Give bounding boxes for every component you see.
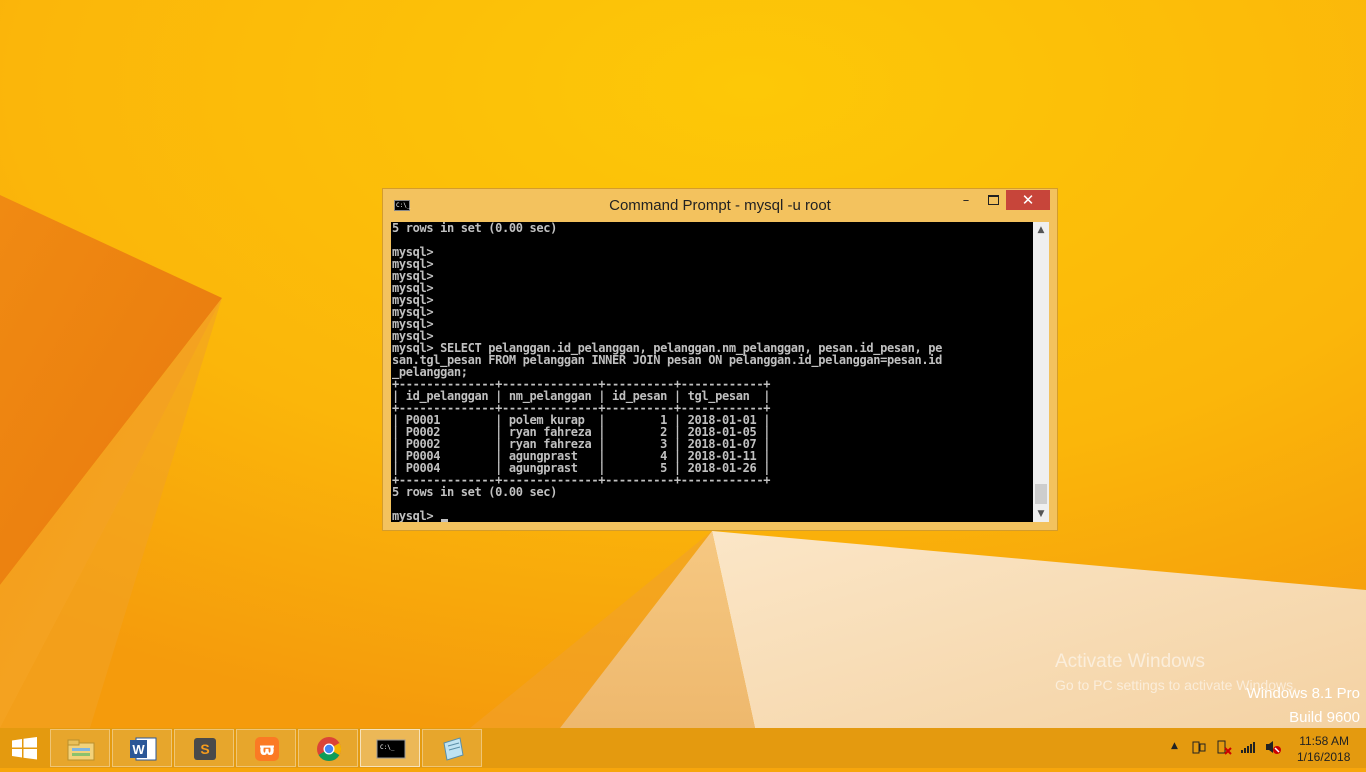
scroll-down-arrow-icon[interactable]: ▼ — [1033, 506, 1049, 522]
unplugged-device-icon[interactable] — [1216, 739, 1232, 755]
word-icon: W — [130, 737, 157, 761]
taskbar-word[interactable]: W — [112, 729, 172, 767]
show-hidden-icons-chevron-icon[interactable]: ▲ — [1171, 741, 1178, 751]
scroll-up-arrow-icon[interactable]: ▲ — [1033, 222, 1049, 238]
maximize-button[interactable] — [980, 190, 1006, 210]
taskbar-chrome[interactable] — [298, 729, 358, 767]
taskbar-command-prompt[interactable]: C:\_ — [360, 729, 420, 767]
window-titlebar[interactable]: C:\_ Command Prompt - mysql -u root – ✕ — [383, 189, 1057, 221]
taskbar: W S ϖ C:\_ ▲ 11:58 AM 1/16/2018 — [0, 728, 1366, 768]
scrollbar-thumb[interactable] — [1035, 484, 1047, 504]
activation-watermark-title: Activate Windows — [1055, 651, 1205, 672]
clock-time[interactable]: 11:58 AM — [1297, 734, 1349, 748]
taskbar-notepad[interactable] — [422, 729, 482, 767]
close-button[interactable]: ✕ — [1006, 190, 1050, 210]
windows-logo-icon — [12, 737, 37, 760]
clock-date[interactable]: 1/16/2018 — [1297, 750, 1350, 764]
file-explorer-icon — [67, 739, 95, 761]
action-center-icon[interactable] — [1191, 739, 1207, 755]
minimize-button[interactable]: – — [953, 190, 979, 210]
notepad-icon — [443, 737, 464, 761]
network-signal-icon[interactable] — [1240, 740, 1258, 754]
maximize-icon — [987, 195, 999, 205]
cmd-glyph: C:\_ — [380, 744, 395, 751]
taskbar-file-explorer[interactable] — [50, 729, 110, 767]
word-glyph: W — [132, 742, 145, 757]
chrome-icon — [317, 737, 342, 762]
sublime-text-icon: S — [194, 738, 216, 760]
windows-build-label: Build 9600 — [1289, 709, 1360, 726]
command-prompt-icon: C:\_ — [376, 739, 406, 759]
start-button[interactable] — [0, 728, 48, 768]
close-icon: ✕ — [1021, 191, 1035, 209]
sublime-glyph: S — [200, 741, 209, 757]
windows-version-label: Windows 8.1 Pro — [1246, 685, 1360, 702]
xampp-icon: ϖ — [255, 737, 279, 761]
minimize-icon: – — [962, 192, 970, 208]
taskbar-xampp[interactable]: ϖ — [236, 729, 296, 767]
console-text: 5 rows in set (0.00 sec) mysql> mysql> m… — [392, 222, 942, 522]
desktop[interactable]: Activate Windows Go to PC settings to ac… — [0, 0, 1366, 728]
vertical-scrollbar[interactable]: ▲ ▼ — [1033, 222, 1049, 522]
console-output[interactable]: 5 rows in set (0.00 sec) mysql> mysql> m… — [391, 222, 1033, 522]
taskbar-sublime-text[interactable]: S — [174, 729, 234, 767]
volume-muted-icon[interactable] — [1264, 739, 1282, 755]
xampp-glyph: ϖ — [260, 740, 275, 760]
text-cursor — [441, 519, 449, 522]
command-prompt-window[interactable]: C:\_ Command Prompt - mysql -u root – ✕ … — [382, 188, 1058, 531]
